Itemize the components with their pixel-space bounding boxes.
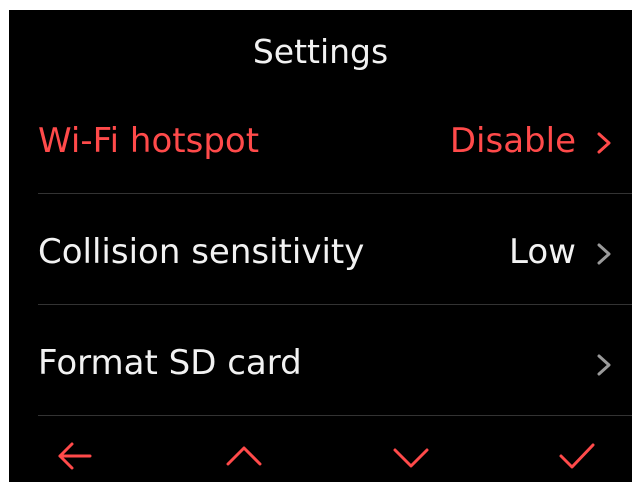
checkmark-icon — [559, 443, 595, 469]
page-title: Settings — [252, 32, 389, 71]
settings-item-label: Collision sensitivity — [38, 232, 365, 272]
chevron-up-icon — [226, 446, 262, 466]
divider — [38, 304, 632, 305]
back-button[interactable] — [54, 436, 94, 476]
settings-item-label: Format SD card — [38, 343, 302, 383]
chevron-right-icon — [597, 354, 611, 376]
divider — [38, 415, 632, 416]
settings-item-value: Low — [509, 232, 576, 272]
chevron-down-icon — [393, 448, 429, 468]
down-button[interactable] — [391, 436, 431, 476]
settings-item-format-sd-card[interactable]: Format SD card — [9, 311, 632, 422]
settings-item-wifi-hotspot[interactable]: Wi-Fi hotspot Disable — [9, 89, 632, 200]
arrow-left-icon — [58, 442, 92, 470]
up-button[interactable] — [224, 436, 264, 476]
divider — [38, 193, 632, 194]
settings-item-value: Disable — [449, 121, 576, 161]
settings-screen: Settings Wi-Fi hotspot Disable Collision… — [9, 10, 632, 482]
settings-item-collision-sensitivity[interactable]: Collision sensitivity Low — [9, 200, 632, 311]
chevron-right-icon — [597, 243, 611, 265]
bottom-nav-bar — [9, 426, 632, 482]
settings-item-label: Wi-Fi hotspot — [38, 121, 260, 161]
chevron-right-icon — [597, 132, 611, 154]
confirm-button[interactable] — [557, 436, 597, 476]
